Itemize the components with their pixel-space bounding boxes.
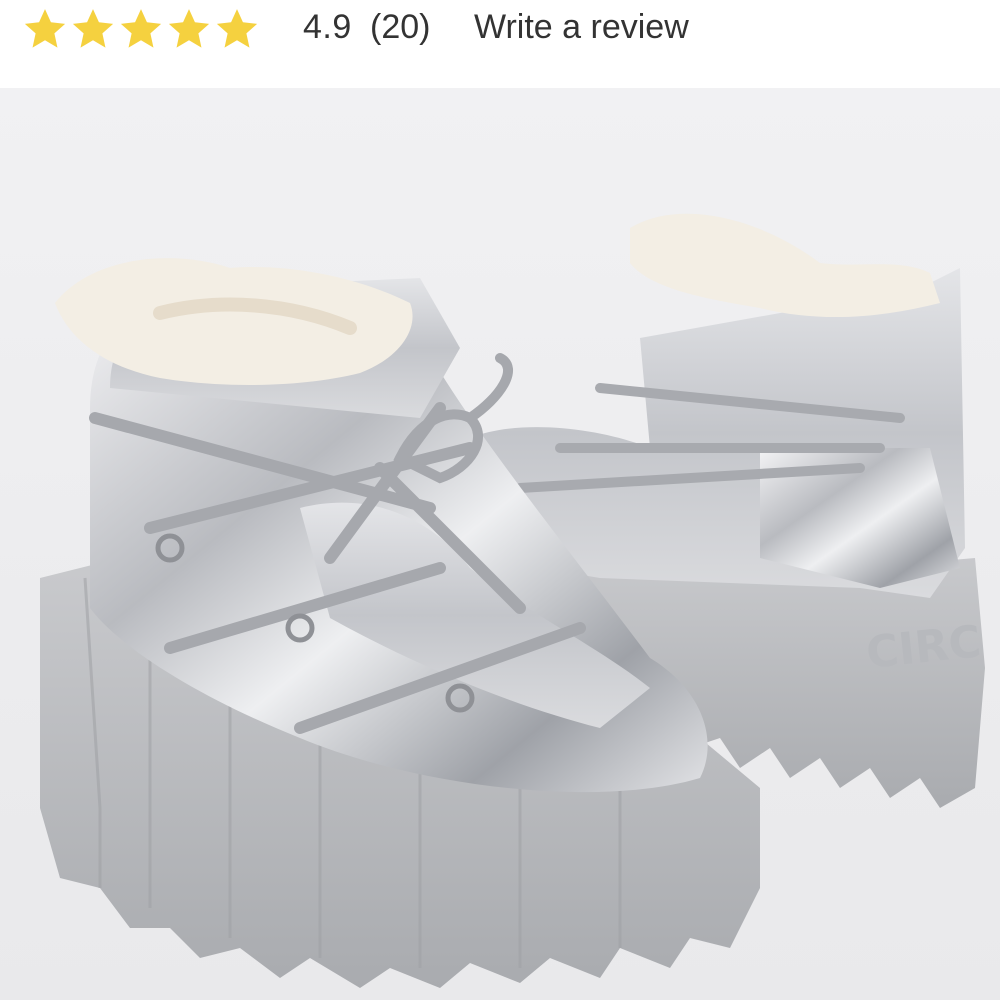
product-image[interactable]: CIRC xyxy=(0,88,1000,1000)
star-icon xyxy=(214,6,260,56)
boots-illustration: CIRC xyxy=(40,213,985,988)
review-count: (20) xyxy=(370,8,431,46)
star-icon xyxy=(118,6,164,56)
rating-bar: 4.9 (20) Write a review xyxy=(0,0,1000,88)
rating-value: 4.9 xyxy=(303,8,352,46)
star-icon xyxy=(166,6,212,56)
star-rating xyxy=(22,6,260,56)
star-icon xyxy=(22,6,68,56)
star-icon xyxy=(70,6,116,56)
write-review-link[interactable]: Write a review xyxy=(474,8,689,47)
